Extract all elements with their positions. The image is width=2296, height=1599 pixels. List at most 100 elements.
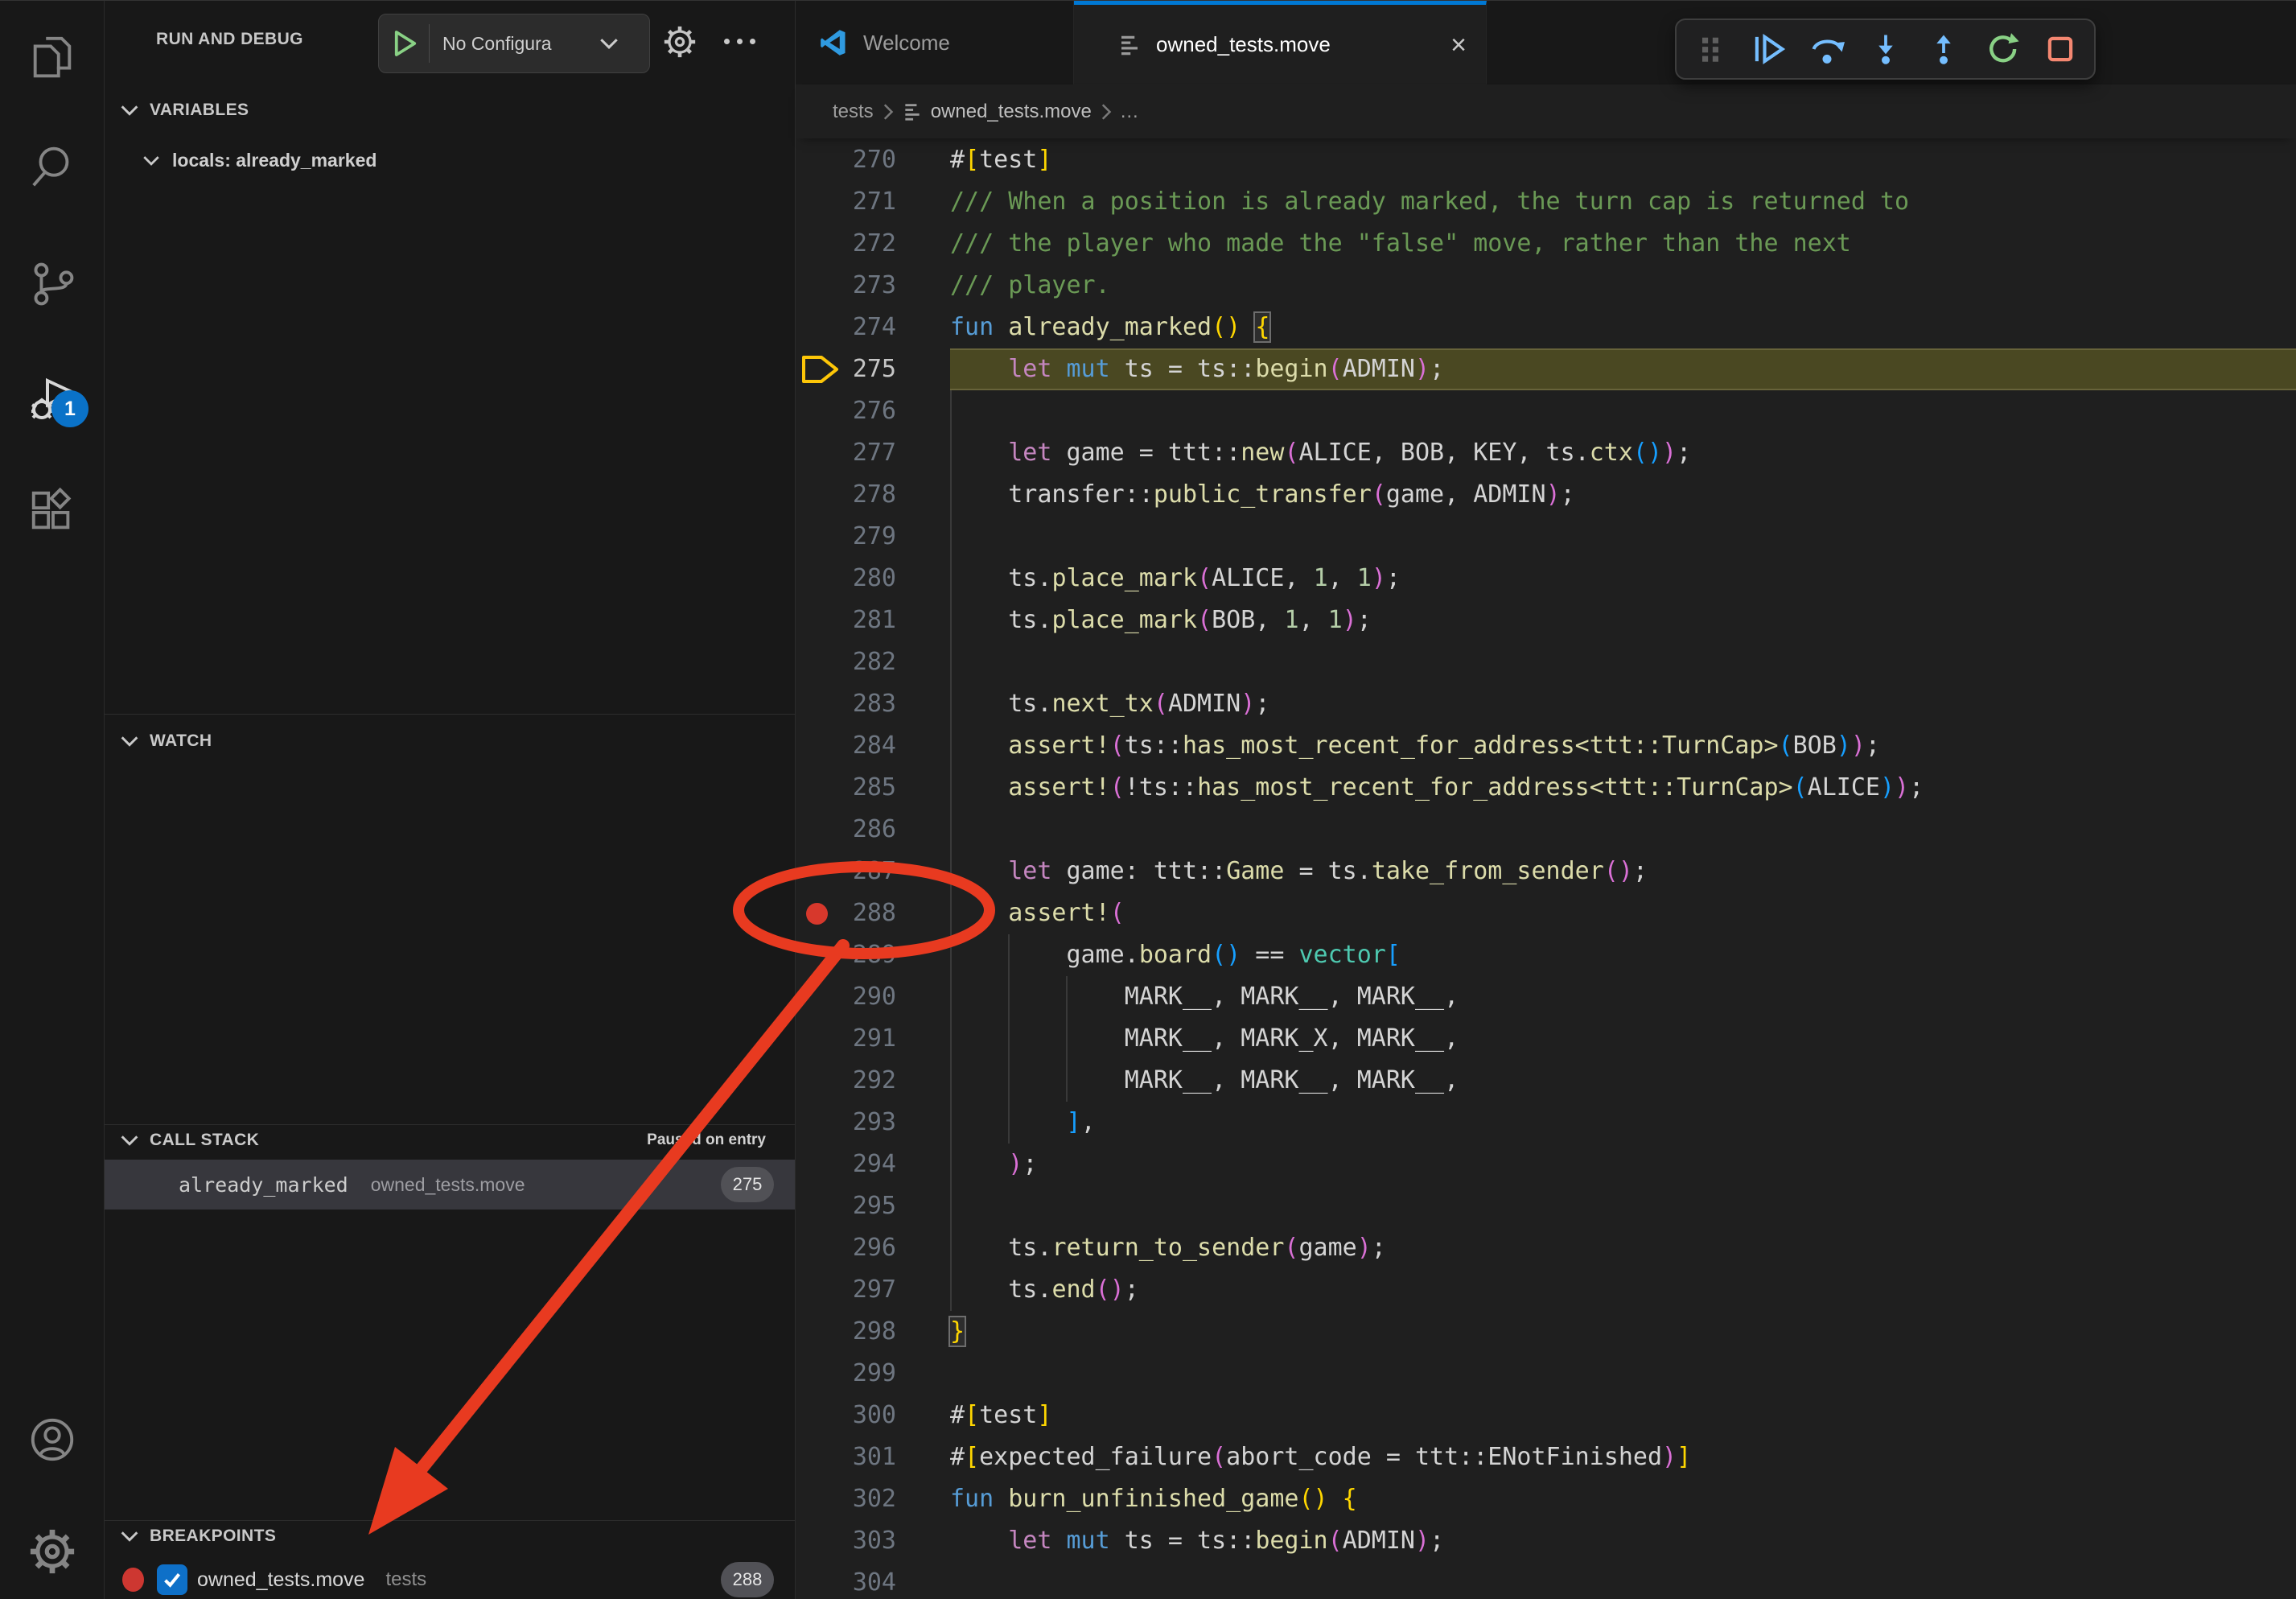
code-line[interactable]: 288 assert!( bbox=[796, 892, 2296, 934]
line-number[interactable]: 287 bbox=[796, 851, 896, 892]
code-line[interactable]: 302fun burn_unfinished_game() { bbox=[796, 1478, 2296, 1520]
section-variables[interactable]: VARIABLES bbox=[105, 91, 795, 130]
code-line[interactable]: 285 assert!(!ts::has_most_recent_for_add… bbox=[796, 767, 2296, 809]
line-number[interactable]: 280 bbox=[796, 558, 896, 600]
breadcrumb-file[interactable]: owned_tests.move bbox=[931, 101, 1092, 123]
line-number[interactable]: 304 bbox=[796, 1562, 896, 1599]
section-watch[interactable]: WATCH bbox=[105, 722, 795, 760]
step-into-icon[interactable] bbox=[1868, 31, 1903, 67]
line-number[interactable]: 300 bbox=[796, 1395, 896, 1436]
line-number[interactable]: 281 bbox=[796, 600, 896, 641]
code-line[interactable]: 304 bbox=[796, 1562, 2296, 1599]
code-line[interactable]: 283 ts.next_tx(ADMIN); bbox=[796, 683, 2296, 725]
extensions-icon[interactable] bbox=[0, 471, 104, 551]
account-icon[interactable] bbox=[0, 1399, 104, 1480]
code-line[interactable]: 278 transfer::public_transfer(game, ADMI… bbox=[796, 474, 2296, 516]
breakpoint-row[interactable]: owned_tests.move tests 288 bbox=[105, 1560, 795, 1599]
code-line[interactable]: 300#[test] bbox=[796, 1395, 2296, 1436]
stop-icon[interactable] bbox=[2043, 31, 2078, 67]
code-line[interactable]: 273/// player. bbox=[796, 265, 2296, 307]
explorer-icon[interactable] bbox=[0, 17, 104, 97]
breadcrumb-symbol[interactable]: … bbox=[1120, 101, 1139, 123]
code-line[interactable]: 270#[test] bbox=[796, 139, 2296, 181]
line-number[interactable]: 291 bbox=[796, 1018, 896, 1060]
line-number[interactable]: 275 bbox=[796, 348, 896, 390]
code-editor[interactable]: 270#[test]271/// When a position is alre… bbox=[796, 139, 2296, 1599]
code-line[interactable]: 271/// When a position is already marked… bbox=[796, 181, 2296, 223]
code-line[interactable]: 301#[expected_failure(abort_code = ttt::… bbox=[796, 1436, 2296, 1478]
code-line[interactable]: 280 ts.place_mark(ALICE, 1, 1); bbox=[796, 558, 2296, 600]
variables-scope-row[interactable]: locals: already_marked bbox=[105, 139, 795, 181]
line-number[interactable]: 298 bbox=[796, 1311, 896, 1353]
line-number[interactable]: 286 bbox=[796, 809, 896, 851]
settings-gear-icon[interactable] bbox=[0, 1511, 104, 1592]
section-call-stack[interactable]: CALL STACK Paused on entry bbox=[105, 1121, 795, 1160]
code-line[interactable]: 290 MARK__, MARK__, MARK__, bbox=[796, 976, 2296, 1018]
breakpoint-checkbox[interactable] bbox=[157, 1564, 187, 1595]
code-line[interactable]: 284 assert!(ts::has_most_recent_for_addr… bbox=[796, 725, 2296, 767]
more-actions-icon[interactable] bbox=[724, 25, 755, 57]
code-line[interactable]: 293 ], bbox=[796, 1102, 2296, 1144]
code-line[interactable]: 279 bbox=[796, 516, 2296, 558]
section-breakpoints[interactable]: BREAKPOINTS bbox=[105, 1517, 795, 1556]
code-line[interactable]: 276 bbox=[796, 390, 2296, 432]
line-number[interactable]: 272 bbox=[796, 223, 896, 265]
start-debug-icon[interactable] bbox=[393, 30, 418, 57]
line-number[interactable]: 270 bbox=[796, 139, 896, 181]
gear-icon[interactable] bbox=[661, 23, 698, 60]
source-control-icon[interactable] bbox=[0, 244, 104, 324]
breadcrumb-folder[interactable]: tests bbox=[833, 101, 874, 123]
line-number[interactable]: 276 bbox=[796, 390, 896, 432]
call-stack-frame-row[interactable]: already_marked owned_tests.move 275 bbox=[105, 1160, 795, 1210]
code-line[interactable]: 295 bbox=[796, 1185, 2296, 1227]
code-line[interactable]: 287 let game: ttt::Game = ts.take_from_s… bbox=[796, 851, 2296, 892]
code-line[interactable]: 303 let mut ts = ts::begin(ADMIN); bbox=[796, 1520, 2296, 1562]
line-number[interactable]: 284 bbox=[796, 725, 896, 767]
tab-welcome[interactable]: Welcome bbox=[796, 1, 1074, 84]
continue-icon[interactable] bbox=[1751, 31, 1787, 67]
restart-icon[interactable] bbox=[1985, 31, 2020, 67]
code-line[interactable]: 274fun already_marked() { bbox=[796, 307, 2296, 348]
step-out-icon[interactable] bbox=[1926, 31, 1961, 67]
line-number[interactable]: 303 bbox=[796, 1520, 896, 1562]
code-line[interactable]: 272/// the player who made the "false" m… bbox=[796, 223, 2296, 265]
line-number[interactable]: 296 bbox=[796, 1227, 896, 1269]
code-line[interactable]: 281 ts.place_mark(BOB, 1, 1); bbox=[796, 600, 2296, 641]
line-number[interactable]: 295 bbox=[796, 1185, 896, 1227]
code-line[interactable]: 297 ts.end(); bbox=[796, 1269, 2296, 1311]
code-line[interactable]: 292 MARK__, MARK__, MARK__, bbox=[796, 1060, 2296, 1102]
code-line[interactable]: 275 let mut ts = ts::begin(ADMIN); bbox=[796, 348, 2296, 390]
drag-handle-icon[interactable] bbox=[1693, 31, 1728, 67]
code-line[interactable]: 277 let game = ttt::new(ALICE, BOB, KEY,… bbox=[796, 432, 2296, 474]
line-number[interactable]: 294 bbox=[796, 1144, 896, 1185]
line-number[interactable]: 277 bbox=[796, 432, 896, 474]
line-number[interactable]: 297 bbox=[796, 1269, 896, 1311]
code-line[interactable]: 282 bbox=[796, 641, 2296, 683]
line-number[interactable]: 289 bbox=[796, 934, 896, 976]
tab-owned-tests-move[interactable]: owned_tests.move × bbox=[1074, 1, 1487, 84]
close-icon[interactable]: × bbox=[1450, 31, 1467, 59]
line-number[interactable]: 279 bbox=[796, 516, 896, 558]
line-number[interactable]: 273 bbox=[796, 265, 896, 307]
line-number[interactable]: 285 bbox=[796, 767, 896, 809]
run-and-debug-icon[interactable]: 1 bbox=[0, 358, 104, 439]
step-over-icon[interactable] bbox=[1809, 31, 1845, 67]
code-line[interactable]: 298} bbox=[796, 1311, 2296, 1353]
search-icon[interactable] bbox=[0, 126, 104, 207]
line-number[interactable]: 293 bbox=[796, 1102, 896, 1144]
line-number[interactable]: 302 bbox=[796, 1478, 896, 1520]
code-line[interactable]: 294 ); bbox=[796, 1144, 2296, 1185]
line-number[interactable]: 290 bbox=[796, 976, 896, 1018]
code-line[interactable]: 299 bbox=[796, 1353, 2296, 1395]
line-number[interactable]: 299 bbox=[796, 1353, 896, 1395]
line-number[interactable]: 283 bbox=[796, 683, 896, 725]
line-number[interactable]: 292 bbox=[796, 1060, 896, 1102]
line-number[interactable]: 274 bbox=[796, 307, 896, 348]
line-number[interactable]: 288 bbox=[796, 892, 896, 934]
line-number[interactable]: 282 bbox=[796, 641, 896, 683]
line-number[interactable]: 278 bbox=[796, 474, 896, 516]
code-line[interactable]: 291 MARK__, MARK_X, MARK__, bbox=[796, 1018, 2296, 1060]
code-line[interactable]: 286 bbox=[796, 809, 2296, 851]
code-line[interactable]: 289 game.board() == vector[ bbox=[796, 934, 2296, 976]
line-number[interactable]: 271 bbox=[796, 181, 896, 223]
